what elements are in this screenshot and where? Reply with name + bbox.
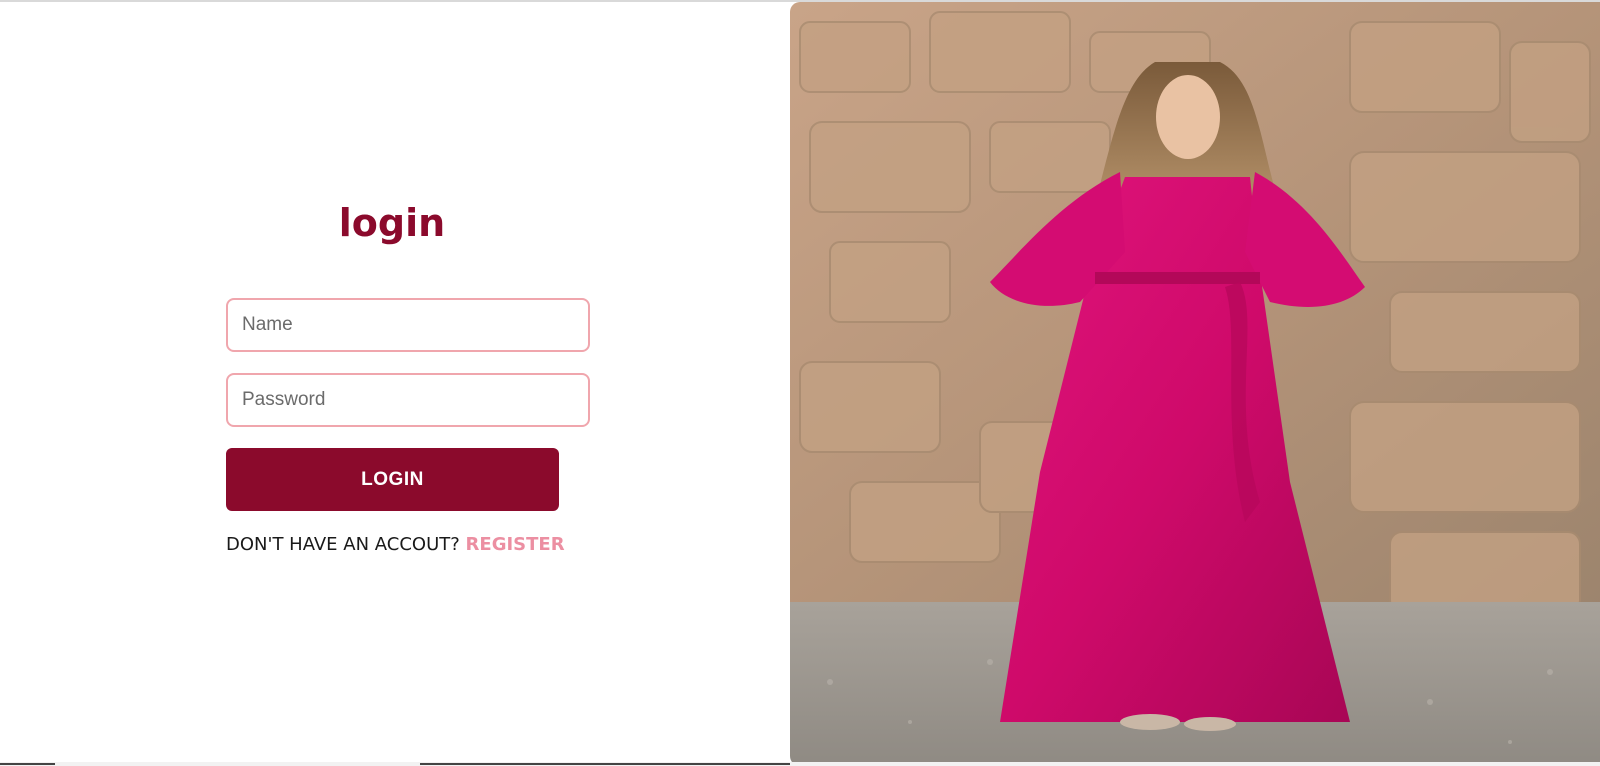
bottom-edge bbox=[0, 762, 1600, 766]
register-link[interactable]: REGISTER bbox=[466, 534, 565, 555]
no-account-text: DON'T HAVE AN ACCOUT? bbox=[226, 534, 460, 555]
password-input[interactable] bbox=[226, 373, 590, 427]
name-input[interactable] bbox=[226, 298, 590, 352]
page-title: login bbox=[338, 201, 446, 245]
hero-image bbox=[790, 2, 1600, 766]
register-prompt: DON'T HAVE AN ACCOUT? REGISTER bbox=[226, 534, 565, 555]
login-page: login LOGIN DON'T HAVE AN ACCOUT? REGIST… bbox=[0, 0, 1600, 766]
login-button[interactable]: LOGIN bbox=[226, 448, 559, 511]
